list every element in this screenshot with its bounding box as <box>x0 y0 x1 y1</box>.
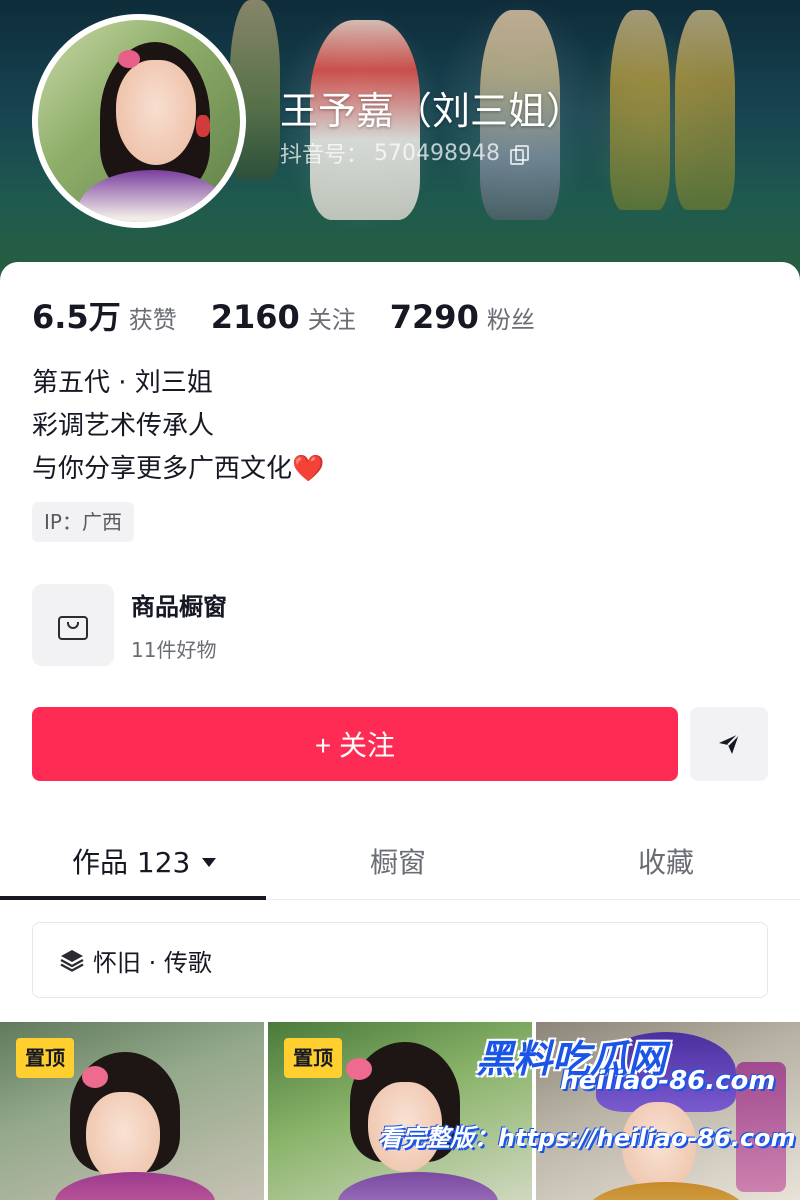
bio-line-3: 与你分享更多广西文化❤️ <box>32 448 324 491</box>
copy-icon[interactable] <box>510 145 529 165</box>
stat-likes-value: 6.5万 <box>32 298 121 336</box>
stat-likes[interactable]: 6.5万 获赞 <box>32 292 177 338</box>
douyin-id[interactable]: 抖音号： 570498948 <box>280 137 529 169</box>
ip-location-tag: IP：广西 <box>32 502 134 542</box>
thumbnail-flower <box>82 1066 108 1088</box>
shop-title: 商品橱窗 <box>131 593 227 621</box>
avatar-flower <box>118 50 140 68</box>
pinned-badge: 置顶 <box>16 1038 74 1078</box>
thumbnail-costume <box>55 1172 215 1200</box>
watermark-url-line: 看完整版：https://heiliao-86.com <box>378 1124 796 1152</box>
shopping-bag-icon <box>58 610 88 640</box>
thumbnail-flower <box>346 1058 372 1080</box>
stat-following-value: 2160 <box>210 298 300 336</box>
stat-likes-label: 获赞 <box>128 306 177 334</box>
profile-bio: 第五代 · 刘三姐 彩调艺术传承人 与你分享更多广西文化❤️ <box>32 362 324 491</box>
send-icon <box>719 733 740 754</box>
follow-button[interactable]: + 关注 <box>32 707 678 781</box>
pinned-badge: 置顶 <box>284 1038 342 1078</box>
shop-window-entry[interactable]: 商品橱窗 11件好物 <box>32 584 432 666</box>
heart-emoji: ❤️ <box>292 454 325 484</box>
profile-card: 6.5万 获赞 2160 关注 7290 粉丝 第五代 · 刘三姐 彩调艺术传承… <box>0 262 800 1200</box>
bio-line-3-text: 与你分享更多广西文化 <box>32 454 293 484</box>
avatar-face <box>116 60 196 165</box>
collection-label: 怀旧 · 传歌 <box>93 948 212 977</box>
send-message-button[interactable] <box>690 707 768 781</box>
thumbnail-costume <box>338 1172 498 1200</box>
thumbnail-costume <box>586 1182 746 1200</box>
stats-row: 6.5万 获赞 2160 关注 7290 粉丝 <box>32 292 569 338</box>
stat-followers[interactable]: 7290 粉丝 <box>390 298 535 336</box>
layers-icon <box>60 950 84 972</box>
douyin-id-value: 570498948 <box>374 140 500 166</box>
douyin-id-label: 抖音号： <box>280 143 369 168</box>
video-thumbnail[interactable]: 置顶 <box>0 1022 264 1200</box>
stat-followers-value: 7290 <box>389 298 479 336</box>
shop-subtitle: 11件好物 <box>131 638 217 662</box>
stat-following[interactable]: 2160 关注 <box>211 298 356 336</box>
content-tabs: 作品 123 橱窗 收藏 <box>0 822 800 900</box>
bio-line-2: 彩调艺术传承人 <box>32 411 215 441</box>
thumbnail-face <box>86 1092 160 1182</box>
caret-down-icon <box>202 857 217 867</box>
bio-line-1: 第五代 · 刘三姐 <box>32 368 213 398</box>
shop-text: 商品橱窗 11件好物 <box>131 587 227 663</box>
avatar-costume <box>78 170 228 222</box>
stat-followers-label: 粉丝 <box>486 306 535 334</box>
tab-window[interactable]: 橱窗 <box>370 822 426 900</box>
banner-performer <box>675 10 735 210</box>
active-tab-indicator <box>0 896 266 900</box>
tab-favorites[interactable]: 收藏 <box>638 822 694 900</box>
avatar[interactable] <box>32 14 246 228</box>
profile-name: 王予嘉（刘三姐） <box>280 89 585 133</box>
avatar-earring <box>196 115 210 137</box>
tab-works-label: 作品 123 <box>72 846 191 879</box>
collection-filter[interactable]: 怀旧 · 传歌 <box>32 922 768 998</box>
watermark-domain: heiliao-86.com <box>560 1066 776 1096</box>
banner-performer <box>610 10 670 210</box>
profile-banner: 王予嘉（刘三姐） 抖音号： 570498948 <box>0 0 800 290</box>
shop-icon-box <box>32 584 114 666</box>
stat-following-label: 关注 <box>307 306 356 334</box>
tab-works[interactable]: 作品 123 <box>72 822 217 900</box>
